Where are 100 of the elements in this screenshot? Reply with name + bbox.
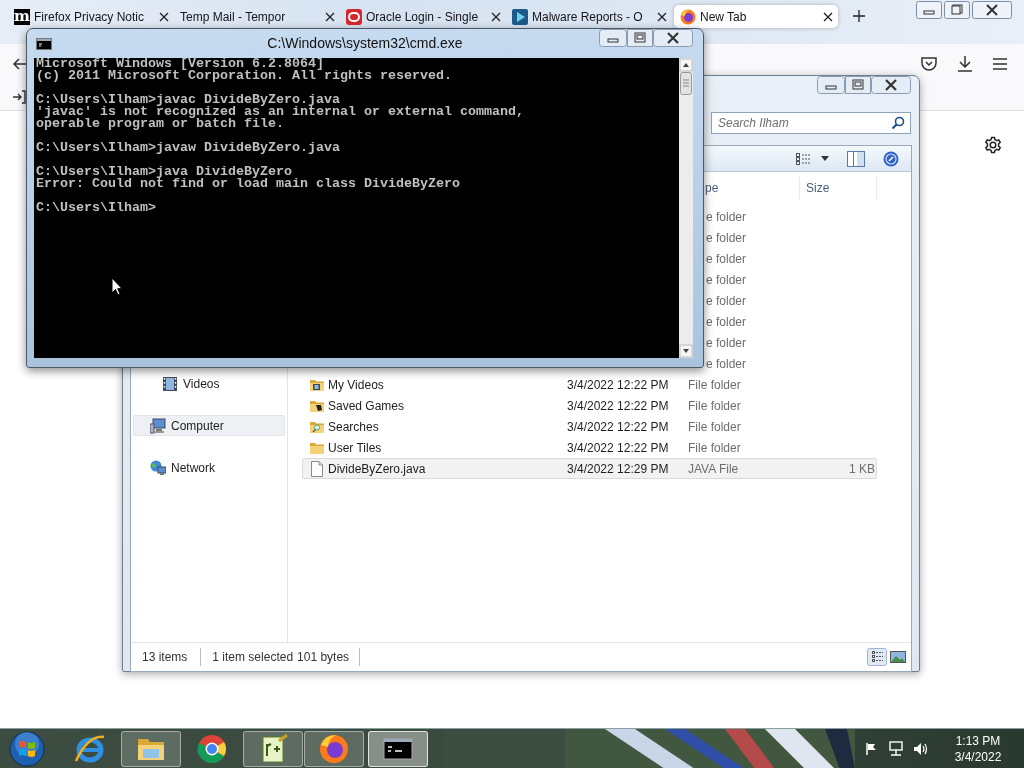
browser-tab[interactable]: m Firefox Privacy Notic: [8, 5, 174, 28]
ring-icon: [346, 8, 362, 25]
date-cell-text: 3/4/2022 12:22 PM: [567, 377, 670, 392]
console-line: C:\Users\Ilham>java DivideByZero: [36, 166, 292, 178]
type-cell: e folder: [706, 272, 747, 287]
start-button[interactable]: [9, 731, 45, 767]
clock-time[interactable]: 1:13 PM: [955, 733, 1001, 749]
maximize-button[interactable]: [845, 76, 871, 94]
nav-item[interactable]: Videos: [133, 373, 285, 394]
browser-tab[interactable]: Temp Mail - Tempor: [174, 5, 340, 28]
type-cell: e folder: [706, 356, 747, 371]
file-name[interactable]: DivideByZero.java: [328, 461, 426, 476]
pocket-icon[interactable]: [920, 56, 938, 72]
close-icon[interactable]: [491, 11, 501, 22]
browser-logo-icon: [318, 733, 350, 765]
close-button[interactable]: [653, 29, 693, 47]
file-name[interactable]: User Tiles: [328, 440, 382, 455]
restore-button[interactable]: [944, 1, 970, 19]
search-field[interactable]: Search Ilham: [711, 112, 911, 134]
browser-tab[interactable]: New Tab: [674, 5, 838, 28]
column-header[interactable]: pe: [705, 177, 719, 199]
taskbar-button[interactable]: [243, 731, 303, 767]
selection-info: 1 item selected: [212, 649, 294, 666]
file-name[interactable]: Searches: [328, 419, 379, 434]
type-cell: e folder: [706, 209, 747, 224]
type-cell: e folder: [706, 230, 747, 245]
console-line: (c) 2011 Microsoft Corporation. All rights reserved.: [36, 70, 453, 82]
window-title: C:\Windows\system32\cmd.exe: [267, 35, 463, 51]
nav-item[interactable]: Network: [133, 457, 285, 478]
preview-pane-icon[interactable]: [847, 150, 865, 167]
minimize-button[interactable]: [817, 76, 845, 94]
date-cell-text: 3/4/2022 12:22 PM: [567, 440, 670, 455]
close-icon[interactable]: [325, 11, 335, 22]
console-line: C:\Users\Ilham>javac DivideByZero.java: [36, 94, 340, 106]
settings-icon[interactable]: [984, 136, 1002, 154]
scrollbar[interactable]: [679, 58, 693, 358]
file-name[interactable]: Saved Games: [328, 398, 405, 413]
size-cell-text: 1 KB: [848, 461, 875, 476]
type-cell: e folder: [706, 314, 747, 329]
browser-logo-icon: [680, 8, 696, 25]
console-line: Microsoft Windows [Version 6.2.8064]: [36, 58, 325, 70]
network-icon[interactable]: [888, 741, 904, 757]
play-icon: [512, 8, 528, 25]
minimize-button[interactable]: [916, 1, 942, 19]
console-line: operable program or batch file.: [36, 118, 285, 130]
console-line: C:\Users\Ilham>: [36, 202, 157, 214]
film-icon: [162, 375, 178, 392]
network-icon: [150, 459, 166, 476]
type-cell-text: File folder: [688, 419, 742, 434]
cursor-icon: [111, 277, 123, 296]
file-icon: [309, 460, 325, 477]
type-cell-text: JAVA File: [688, 461, 740, 476]
close-button[interactable]: [972, 1, 1012, 19]
close-icon[interactable]: [159, 11, 169, 22]
site-logo: m: [14, 8, 30, 25]
date-cell-text: 3/4/2022 12:22 PM: [567, 419, 670, 434]
caret-icon: [821, 156, 829, 161]
type-cell: e folder: [706, 251, 747, 266]
computer-icon: [150, 417, 166, 434]
maximize-button[interactable]: [627, 29, 653, 47]
item-count: 13 items: [142, 648, 202, 666]
download-icon[interactable]: [956, 55, 974, 73]
console-icon: [36, 38, 52, 50]
ring-logo-icon: [74, 733, 106, 765]
console-line: C:\Users\Ilham>javaw DivideByZero.java: [36, 142, 341, 154]
type-cell-text: File folder: [688, 377, 742, 392]
close-icon[interactable]: [657, 11, 667, 22]
type-cell-text: File folder: [688, 440, 742, 455]
tiles-view-button[interactable]: [888, 648, 908, 666]
minimize-button[interactable]: [599, 29, 627, 47]
close-icon[interactable]: [823, 11, 833, 22]
flag-icon[interactable]: [865, 742, 879, 756]
nav-item[interactable]: Computer: [133, 415, 285, 436]
clock-date[interactable]: 3/4/2022: [954, 749, 1002, 765]
selection-size: 101 bytes: [297, 649, 350, 666]
date-cell-text: 3/4/2022 12:22 PM: [567, 398, 670, 413]
taskbar-button[interactable]: [368, 731, 428, 767]
details-view-icon: [795, 151, 811, 166]
browser-tab[interactable]: Malware Reports - O: [506, 5, 672, 28]
close-button[interactable]: [871, 76, 911, 94]
console-line: Error: Could not find or load main class DivideByZero: [36, 178, 461, 190]
details-view-button[interactable]: [867, 648, 887, 666]
column-header[interactable]: Size: [799, 177, 877, 199]
console-line: 'javac' is not recognized as an internal or external command,: [36, 106, 525, 118]
menu-icon[interactable]: [992, 57, 1008, 71]
selected-row[interactable]: DivideByZero.java 3/4/2022 12:29 PM JAVA File 1 KB: [302, 458, 877, 479]
browser-tab[interactable]: Oracle Login - Single: [340, 5, 506, 28]
help-icon[interactable]: [883, 150, 899, 167]
views-button[interactable]: [795, 151, 829, 166]
type-cell: e folder: [706, 335, 747, 350]
type-cell: e folder: [706, 293, 747, 308]
date-cell-text: 3/4/2022 12:29 PM: [567, 461, 670, 476]
file-name[interactable]: My Videos: [328, 377, 384, 392]
volume-icon[interactable]: [913, 742, 929, 756]
sign-in-icon[interactable]: [12, 90, 26, 104]
search-icon[interactable]: [891, 116, 905, 130]
circle-logo-icon: [196, 733, 228, 765]
new-tab-icon[interactable]: [852, 9, 866, 23]
back-icon[interactable]: [12, 57, 28, 71]
type-cell-text: File folder: [688, 398, 742, 413]
